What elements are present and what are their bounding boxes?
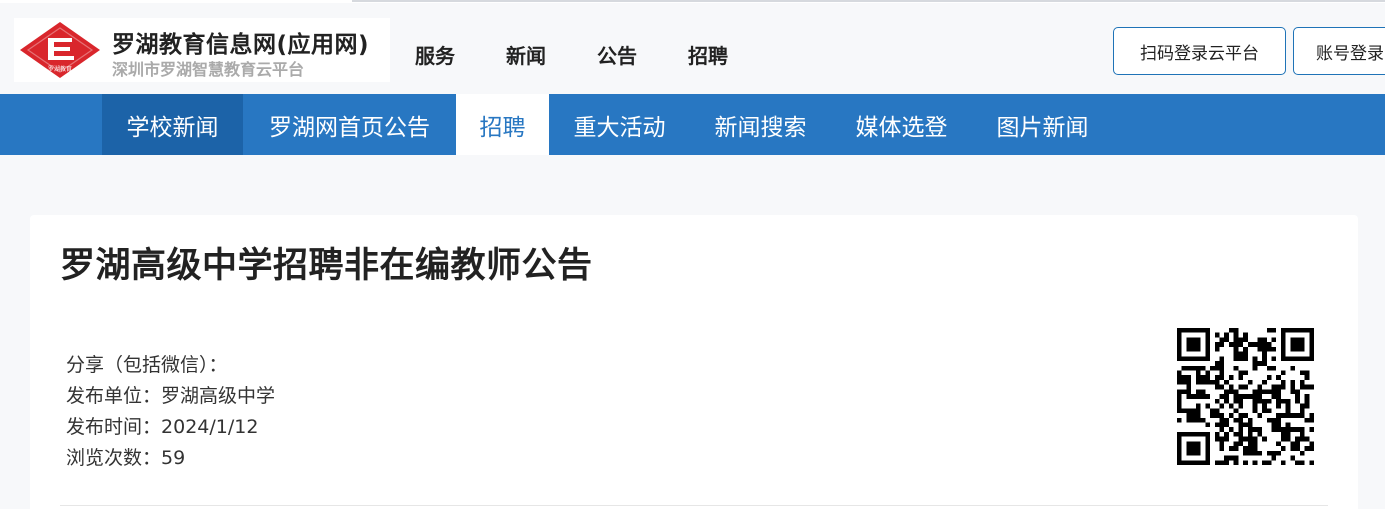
date-label: 发布时间： — [66, 416, 162, 438]
tab-news-search[interactable]: 新闻搜索 — [690, 94, 831, 155]
top-nav-news[interactable]: 新闻 — [506, 40, 546, 69]
share-label: 分享（包括微信）： — [66, 354, 228, 376]
article-card: 罗湖高级中学招聘非在编教师公告 分享（包括微信）： 发布单位：罗湖高级中学 发布… — [30, 215, 1358, 509]
share-line: 分享（包括微信）： — [66, 350, 275, 381]
tab-homepage-notices[interactable]: 罗湖网首页公告 — [243, 94, 456, 155]
site-header: 罗湖教育 罗湖教育信息网(应用网) 深圳市罗湖智慧教育云平台 服务 新闻 公告 … — [0, 3, 1385, 94]
views-label: 浏览次数： — [66, 447, 162, 469]
publisher-line: 发布单位：罗湖高级中学 — [66, 381, 275, 412]
tab-media-selection[interactable]: 媒体选登 — [831, 94, 972, 155]
date-value: 2024/1/12 — [161, 416, 259, 438]
publisher-label: 发布单位： — [66, 385, 162, 407]
wechat-share-qr-code-icon[interactable] — [1177, 328, 1314, 465]
luohu-education-logo-icon: 罗湖教育 — [20, 22, 100, 78]
views-line: 浏览次数：59 — [66, 443, 275, 474]
logo-mark-caption: 罗湖教育 — [48, 65, 72, 73]
publisher-value: 罗湖高级中学 — [161, 385, 276, 407]
article-meta: 分享（包括微信）： 发布单位：罗湖高级中学 发布时间：2024/1/12 浏览次… — [66, 350, 275, 474]
top-nav-notice[interactable]: 公告 — [597, 40, 637, 69]
account-login-button[interactable]: 账号登录 — [1293, 27, 1385, 75]
top-nav-service[interactable]: 服务 — [415, 40, 455, 69]
top-border-segment — [352, 0, 1385, 2]
top-nav-recruit[interactable]: 招聘 — [688, 40, 728, 69]
tab-recruitment[interactable]: 招聘 — [456, 94, 549, 155]
site-subtitle: 深圳市罗湖智慧教育云平台 — [112, 60, 305, 79]
article-title: 罗湖高级中学招聘非在编教师公告 — [60, 246, 593, 286]
views-value: 59 — [161, 447, 186, 469]
content-divider — [60, 505, 1328, 506]
qr-login-button[interactable]: 扫码登录云平台 — [1113, 27, 1286, 75]
date-line: 发布时间：2024/1/12 — [66, 412, 275, 443]
category-navigation: 学校新闻 罗湖网首页公告 招聘 重大活动 新闻搜索 媒体选登 图片新闻 — [0, 94, 1385, 155]
top-navigation: 服务 新闻 公告 招聘 — [415, 40, 779, 69]
tab-school-news[interactable]: 学校新闻 — [102, 94, 243, 155]
tab-photo-news[interactable]: 图片新闻 — [972, 94, 1113, 155]
site-logo[interactable]: 罗湖教育 罗湖教育信息网(应用网) 深圳市罗湖智慧教育云平台 — [14, 18, 390, 82]
site-title: 罗湖教育信息网(应用网) — [112, 32, 370, 58]
tab-major-events[interactable]: 重大活动 — [549, 94, 690, 155]
